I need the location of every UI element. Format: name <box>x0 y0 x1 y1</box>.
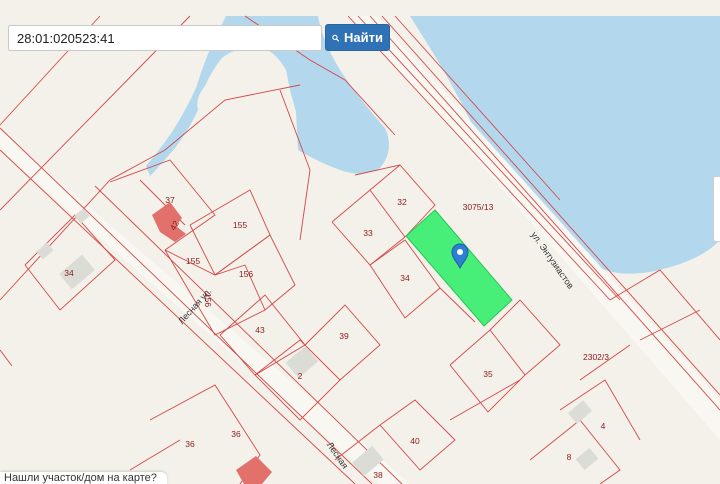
plot-label: 36 <box>185 439 195 449</box>
plot-label: 2 <box>298 371 303 381</box>
plot-label: 39 <box>339 331 349 341</box>
plot-label: 40 <box>410 436 420 446</box>
side-panel-toggle[interactable] <box>713 176 720 242</box>
plot-label: 37 <box>165 195 175 205</box>
search-icon <box>332 34 340 42</box>
plot-label: 155 <box>186 256 200 266</box>
find-button-label: Найти <box>344 30 383 45</box>
plot-label: 43 <box>255 325 265 335</box>
search-input[interactable] <box>8 25 322 51</box>
plot-label: 34 <box>400 273 410 283</box>
cadastral-map[interactable]: ул. Энтузиастов Лесная ул. Лесная 32 33 … <box>0 0 720 484</box>
plot-label: 38 <box>373 470 383 480</box>
plot-label: 3075/13 <box>463 202 494 212</box>
plot-label: 36 <box>231 429 241 439</box>
plot-label: 35 <box>483 369 493 379</box>
plot-label: 32 <box>397 197 407 207</box>
find-button[interactable]: Найти <box>325 24 390 51</box>
plot-label: 2302/3 <box>583 352 609 362</box>
plot-label: 155 <box>233 220 247 230</box>
plot-label: 33 <box>363 228 373 238</box>
plot-label: 156 <box>239 269 253 279</box>
plot-label: 8 <box>567 452 572 462</box>
plot-label: 156 <box>203 293 213 307</box>
bottom-hint[interactable]: Нашли участок/дом на карте? <box>0 472 167 484</box>
plot-label: 4 <box>601 421 606 431</box>
plot-label: 34 <box>64 268 74 278</box>
